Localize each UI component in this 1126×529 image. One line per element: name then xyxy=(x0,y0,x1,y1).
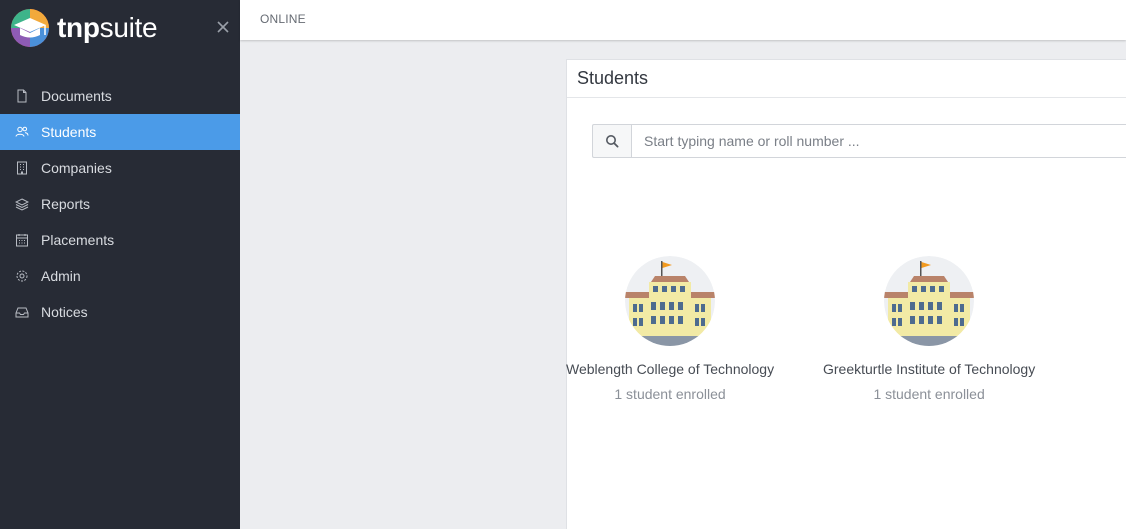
panel-title: Students xyxy=(567,60,1126,98)
inbox-icon xyxy=(15,307,29,318)
sidebar-item-admin[interactable]: Admin xyxy=(0,258,240,294)
layers-icon xyxy=(15,198,29,211)
sidebar-item-documents[interactable]: Documents xyxy=(0,78,240,114)
search-input[interactable] xyxy=(631,124,1126,158)
college-building-icon xyxy=(884,256,975,346)
sidebar-item-reports[interactable]: Reports xyxy=(0,186,240,222)
users-icon xyxy=(15,126,29,137)
sidebar-item-label: Admin xyxy=(41,268,81,284)
enrolled-count: 1 student enrolled xyxy=(873,386,985,402)
close-icon[interactable] xyxy=(216,20,230,34)
enrolled-count: 1 student enrolled xyxy=(614,386,726,402)
document-icon xyxy=(17,89,27,103)
brand: tnpsuite xyxy=(0,0,240,56)
sidebar-item-companies[interactable]: Companies xyxy=(0,150,240,186)
college-card[interactable]: Weblength College of Technology 1 studen… xyxy=(566,256,774,402)
college-card[interactable]: Greekturtle Institute of Technology 1 st… xyxy=(823,256,1035,402)
brand-name: tnpsuite xyxy=(57,12,158,43)
building-icon xyxy=(17,161,27,175)
search-addon[interactable] xyxy=(592,124,631,158)
sidebar-item-label: Students xyxy=(41,124,97,140)
gear-icon xyxy=(16,270,28,282)
search-bar xyxy=(592,124,1126,158)
sidebar-nav: Documents Students Companies Reports Pla… xyxy=(0,78,240,330)
sidebar: tnpsuite Documents Students Companies Re… xyxy=(0,0,240,529)
sidebar-item-label: Documents xyxy=(41,88,112,104)
sidebar-item-placements[interactable]: Placements xyxy=(0,222,240,258)
college-name: Weblength College of Technology xyxy=(566,361,775,377)
sidebar-item-label: Placements xyxy=(41,232,115,248)
sidebar-item-label: Reports xyxy=(41,196,91,212)
sidebar-item-label: Companies xyxy=(41,160,112,176)
topbar: ONLINE xyxy=(240,0,1126,40)
sidebar-item-students[interactable]: Students xyxy=(0,114,240,150)
sidebar-item-label: Notices xyxy=(41,304,88,320)
college-building-icon xyxy=(625,256,716,346)
students-panel: Students Weblength College of Technology… xyxy=(566,59,1126,529)
college-name: Greekturtle Institute of Technology xyxy=(823,361,1036,377)
logo-icon xyxy=(11,9,49,47)
search-icon xyxy=(606,135,619,148)
sidebar-item-notices[interactable]: Notices xyxy=(0,294,240,330)
connection-status: ONLINE xyxy=(260,12,306,26)
calendar-icon xyxy=(16,234,28,247)
